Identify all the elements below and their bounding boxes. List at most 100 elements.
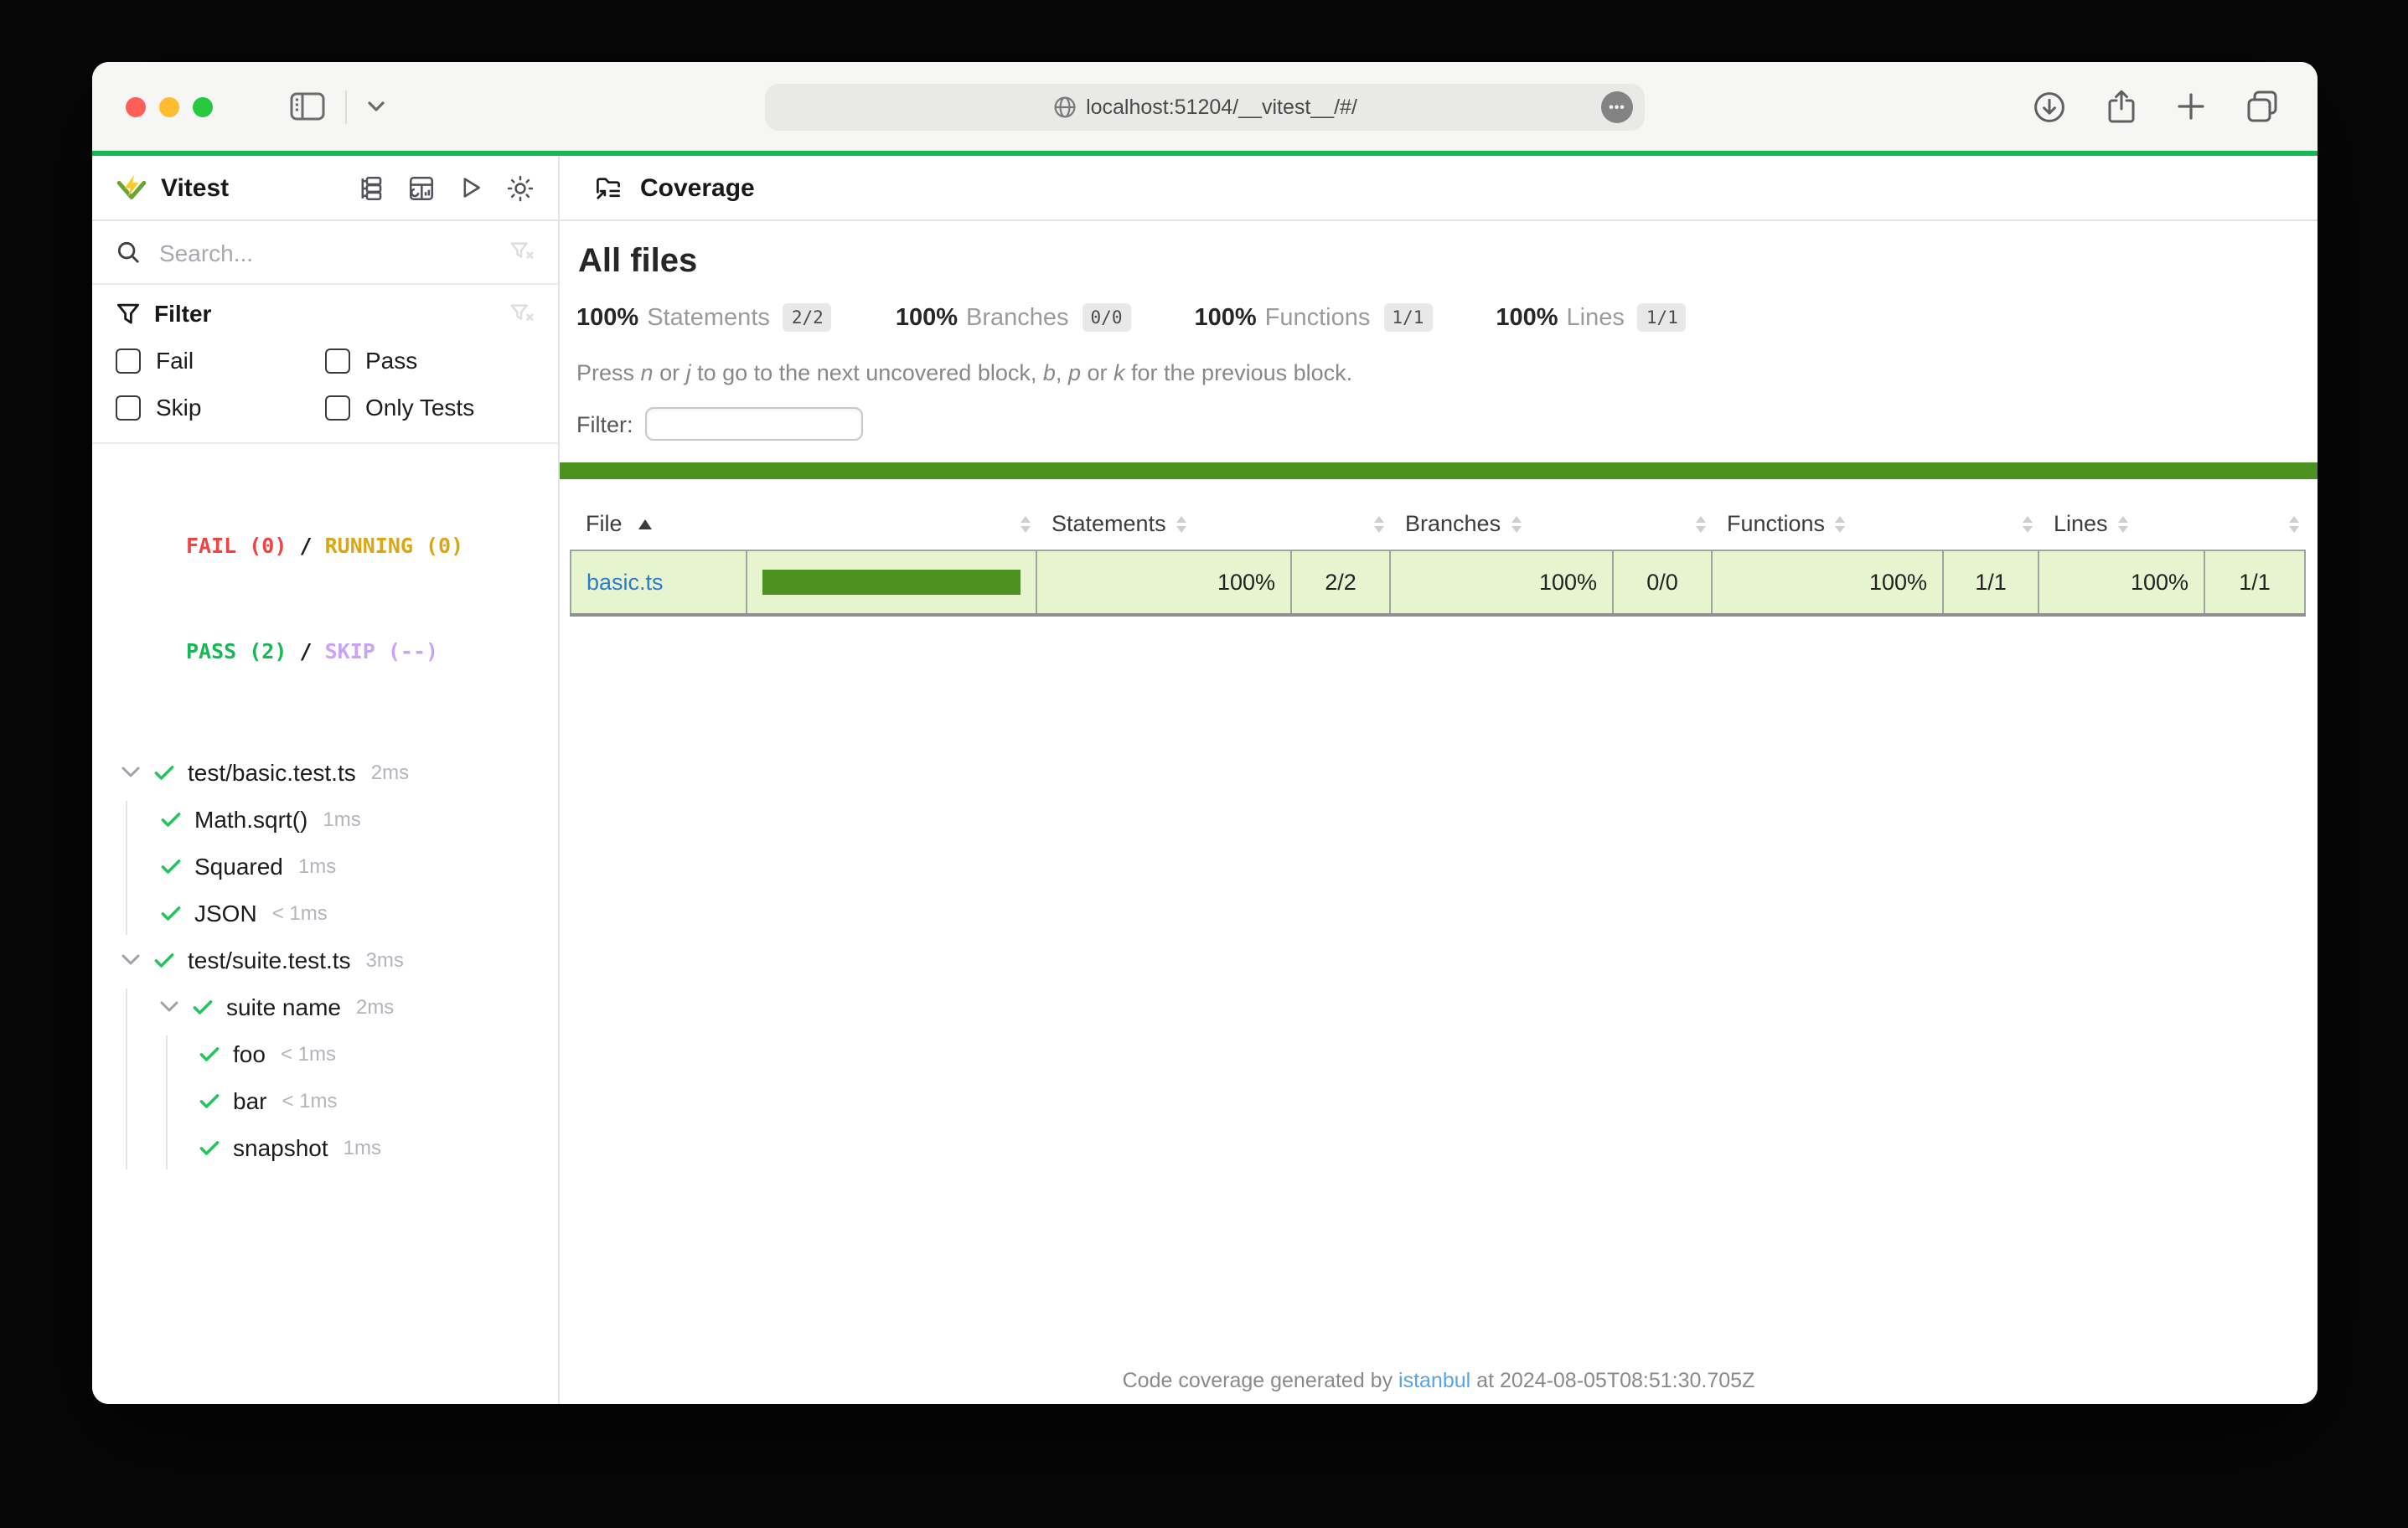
test-name: test/suite.test.ts <box>188 947 351 973</box>
checkbox-only-tests[interactable] <box>325 395 350 420</box>
checkbox-label: Fail <box>156 347 194 374</box>
checkbox-fail[interactable] <box>116 348 141 373</box>
share-icon[interactable] <box>2106 89 2137 124</box>
search-icon <box>116 240 141 265</box>
collapse-tests-icon[interactable] <box>357 173 385 202</box>
metric-percent: 100% <box>576 304 638 331</box>
percent-cell: 100% <box>1712 550 1943 614</box>
coverage-filter-label: Filter: <box>576 411 633 436</box>
chevron-down-icon[interactable] <box>121 766 141 779</box>
percent-cell: 100% <box>1390 550 1613 614</box>
check-icon <box>198 1136 221 1159</box>
test-duration: < 1ms <box>281 1042 336 1066</box>
zoom-window-button[interactable] <box>193 96 213 116</box>
column-header-sorter[interactable] <box>1291 501 1390 550</box>
new-tab-icon[interactable] <box>2177 92 2205 121</box>
hint-segment: or <box>1081 360 1114 385</box>
keyboard-hint: Press n or j to go to the next uncovered… <box>576 360 2318 385</box>
filter-checkbox-skip[interactable]: Skip <box>116 394 325 421</box>
test-name: foo <box>233 1040 266 1067</box>
clear-filter-icon[interactable] <box>509 301 535 326</box>
hint-segment: to go to the next uncovered block, <box>691 360 1043 385</box>
file-cell: basic.ts <box>571 550 747 614</box>
close-window-button[interactable] <box>126 96 146 116</box>
run-all-icon[interactable] <box>457 174 484 201</box>
column-header-functions[interactable]: Functions <box>1712 501 1943 550</box>
checkbox-skip[interactable] <box>116 395 141 420</box>
metric-percent: 100% <box>1194 304 1256 331</box>
column-header-inner <box>1306 515 1383 532</box>
column-header-inner: Statements <box>1052 511 1284 536</box>
column-header-inner: File <box>586 511 740 536</box>
check-icon <box>198 1089 221 1112</box>
column-header-file[interactable]: File <box>571 501 747 550</box>
test-duration: < 1ms <box>272 901 328 925</box>
tree-item[interactable]: Squared1ms <box>92 843 558 890</box>
filter-checkbox-only-tests[interactable]: Only Tests <box>325 394 535 421</box>
check-icon <box>152 761 176 784</box>
theme-toggle-icon[interactable] <box>506 173 535 202</box>
downloads-icon[interactable] <box>2033 90 2066 123</box>
coverage-report-icon <box>593 173 623 203</box>
fail-count: FAIL (0) <box>186 533 287 558</box>
column-header-statements[interactable]: Statements <box>1036 501 1291 550</box>
check-icon <box>159 854 183 878</box>
metric-label: Lines <box>1567 304 1625 331</box>
column-header-lines[interactable]: Lines <box>2039 501 2204 550</box>
search-input[interactable] <box>156 237 494 267</box>
sort-arrows-icon <box>1695 515 1705 532</box>
dashboard-icon[interactable] <box>407 173 436 202</box>
hint-segment: for the previous block. <box>1125 360 1353 385</box>
clear-search-filter-icon[interactable] <box>509 240 535 265</box>
coverage-filter-input[interactable] <box>645 407 863 441</box>
coverage-metrics: 100%Statements2/2100%Branches0/0100%Func… <box>576 303 2318 332</box>
test-duration: 1ms <box>344 1136 381 1159</box>
column-header-inner <box>1958 515 2032 532</box>
tree-item[interactable]: bar< 1ms <box>92 1077 558 1124</box>
column-header-sorter[interactable] <box>1943 501 2039 550</box>
column-header-sorter[interactable] <box>747 501 1036 550</box>
fraction-cell: 0/0 <box>1613 550 1712 614</box>
filter-checkbox-pass[interactable]: Pass <box>325 347 535 374</box>
test-name: snapshot <box>233 1134 328 1161</box>
sort-arrows-icon <box>1511 515 1521 532</box>
column-label: Functions <box>1727 511 1825 536</box>
sort-arrows-icon <box>2288 515 2298 532</box>
istanbul-link[interactable]: istanbul <box>1398 1369 1470 1392</box>
tree-item[interactable]: test/suite.test.ts3ms <box>92 937 558 983</box>
filter-checkbox-fail[interactable]: Fail <box>116 347 325 374</box>
page-settings-icon[interactable]: ••• <box>1601 91 1633 123</box>
test-duration: 2ms <box>371 761 409 784</box>
column-header-sorter[interactable] <box>2204 501 2305 550</box>
vitest-sidebar: Vitest <box>92 156 560 1404</box>
address-bar[interactable]: localhost:51204/__vitest__/#/ ••• <box>765 84 1645 131</box>
sidebar-toggle-icon[interactable] <box>290 92 325 121</box>
tree-item[interactable]: suite name2ms <box>92 983 558 1030</box>
chevron-down-icon[interactable] <box>159 1000 179 1014</box>
sort-arrows-icon <box>2022 515 2032 532</box>
tab-overview-icon[interactable] <box>2245 89 2281 124</box>
tree-item[interactable]: Math.sqrt()1ms <box>92 796 558 843</box>
coverage-footer: Code coverage generated by istanbul at 2… <box>560 1369 2318 1392</box>
chevron-down-icon[interactable] <box>367 101 385 112</box>
metric-fraction-badge: 1/1 <box>1638 303 1687 332</box>
hint-segment: k <box>1114 360 1125 385</box>
skip-count: SKIP (--) <box>325 638 438 663</box>
minimize-window-button[interactable] <box>159 96 179 116</box>
column-header-sorter[interactable] <box>1613 501 1712 550</box>
tree-item[interactable]: JSON< 1ms <box>92 890 558 937</box>
tree-guide-line <box>126 801 127 935</box>
chevron-down-icon[interactable] <box>121 953 141 967</box>
metric-label: Statements <box>647 304 770 331</box>
column-label: Lines <box>2054 511 2108 536</box>
fraction-cell: 1/1 <box>2204 550 2305 614</box>
column-header-branches[interactable]: Branches <box>1390 501 1613 550</box>
tree-item[interactable]: snapshot 1ms <box>92 1124 558 1171</box>
column-label: Branches <box>1405 511 1501 536</box>
test-name: suite name <box>226 994 341 1020</box>
file-link[interactable]: basic.ts <box>586 570 664 595</box>
tree-item[interactable]: test/basic.test.ts2ms <box>92 749 558 796</box>
tree-item[interactable]: foo < 1ms <box>92 1030 558 1077</box>
column-label: Statements <box>1052 511 1166 536</box>
checkbox-pass[interactable] <box>325 348 350 373</box>
